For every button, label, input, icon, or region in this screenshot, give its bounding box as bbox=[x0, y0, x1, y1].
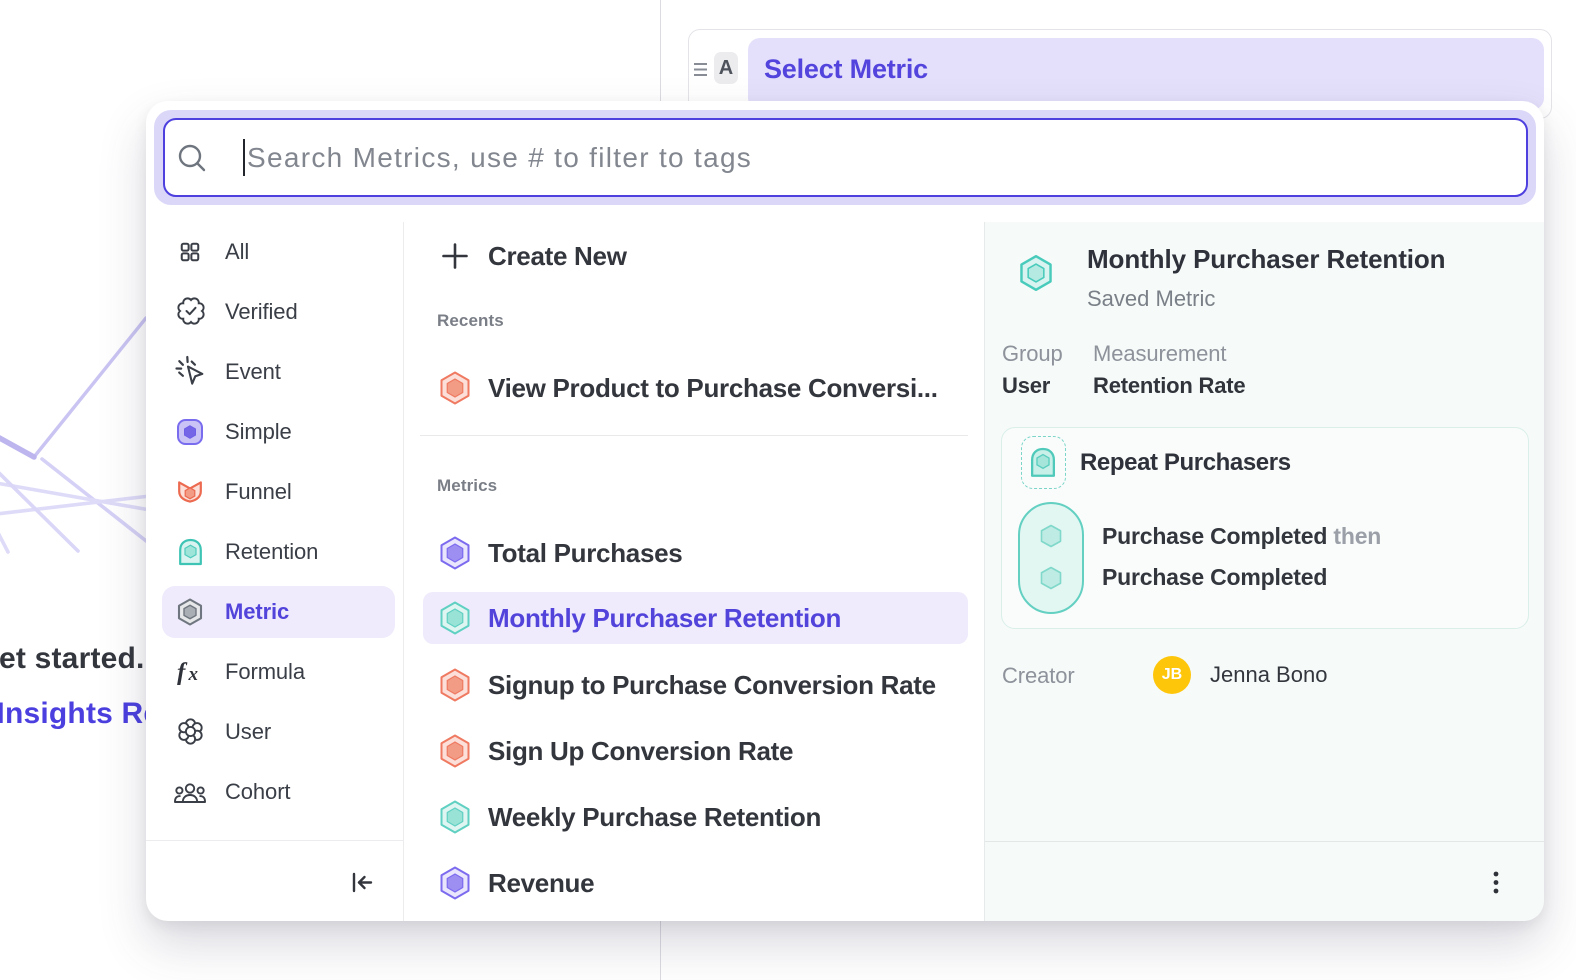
svg-text:f: f bbox=[177, 659, 188, 685]
svg-text:x: x bbox=[188, 664, 199, 685]
